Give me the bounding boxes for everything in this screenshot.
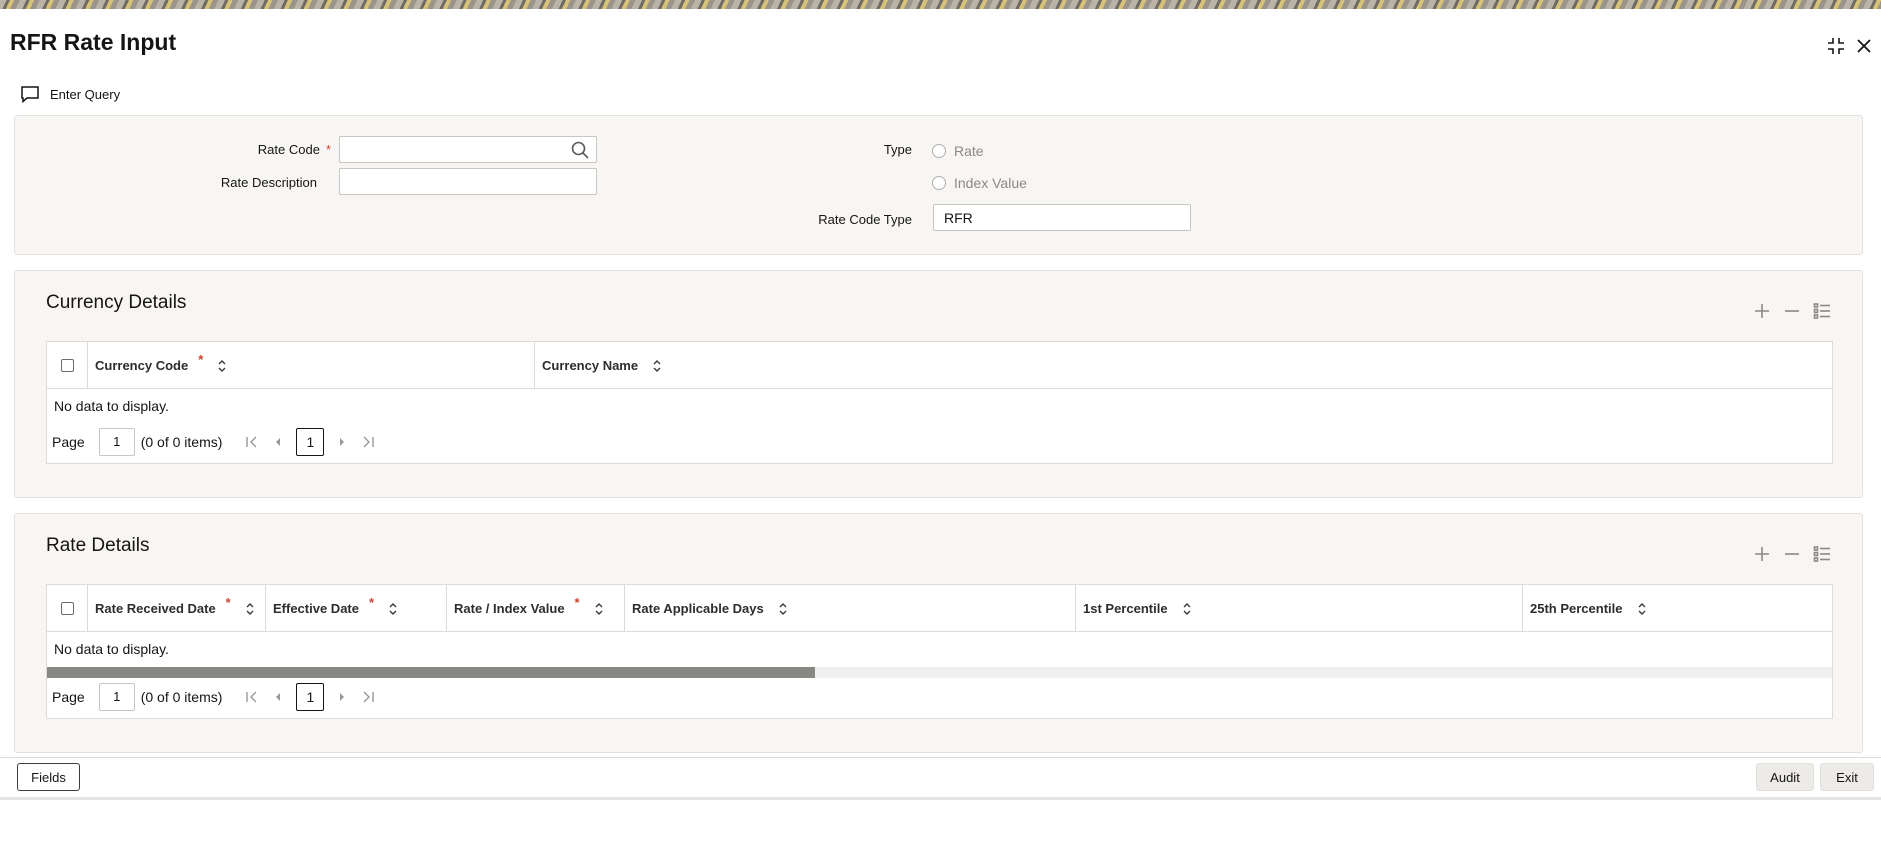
header-form-panel: Rate Code * Rate Description Type Rate In…: [14, 115, 1863, 255]
audit-button[interactable]: Audit: [1756, 763, 1814, 791]
empty-grid-message: No data to display.: [54, 641, 169, 657]
currency-details-panel: Currency Details Currency Code * Currency…: [14, 270, 1863, 498]
required-marker: *: [225, 595, 231, 610]
rfr-rate-input-window: RFR Rate Input Enter Query Rate Code * Ra…: [0, 9, 1881, 800]
select-all-column: [47, 585, 88, 632]
rate-details-toolbar: [1752, 544, 1832, 564]
top-decorative-band: [0, 0, 1881, 9]
rate-description-label: Rate Description: [220, 175, 317, 190]
type-radio-rate[interactable]: Rate: [932, 143, 984, 159]
single-view-icon[interactable]: [1812, 544, 1832, 564]
previous-page-icon[interactable]: [270, 689, 286, 705]
select-all-column: [47, 342, 88, 389]
rate-pager: Page 1 (0 of 0 items) 1: [52, 683, 376, 711]
column-rate-applicable-days[interactable]: Rate Applicable Days: [625, 585, 1076, 632]
add-row-icon[interactable]: [1752, 301, 1772, 321]
next-page-icon[interactable]: [334, 689, 350, 705]
rate-details-grid: Rate Received Date * Effective Date * Rate…: [46, 584, 1833, 719]
currency-pager: Page 1 (0 of 0 items) 1: [52, 428, 376, 456]
bottom-divider: [0, 797, 1881, 800]
type-radio-index-value[interactable]: Index Value: [932, 175, 1027, 191]
currency-details-grid: Currency Code * Currency Name No data to …: [46, 341, 1833, 464]
current-page[interactable]: 1: [296, 683, 325, 711]
rate-description-input[interactable]: [339, 168, 597, 195]
rate-code-label: Rate Code *: [257, 142, 331, 157]
currency-details-toolbar: [1752, 301, 1832, 321]
required-marker: *: [574, 595, 580, 610]
column-effective-date[interactable]: Effective Date *: [266, 585, 447, 632]
radio-circle[interactable]: [932, 144, 946, 158]
required-marker: *: [368, 595, 375, 610]
delete-row-icon[interactable]: [1782, 301, 1802, 321]
first-page-icon[interactable]: [244, 689, 260, 705]
select-all-checkbox[interactable]: [60, 359, 74, 372]
single-view-icon[interactable]: [1812, 301, 1832, 321]
pager-label: Page: [52, 434, 85, 450]
select-all-checkbox[interactable]: [60, 602, 74, 615]
required-marker: *: [325, 142, 331, 157]
speech-bubble-icon: [21, 86, 39, 103]
pager-navigation: 1: [244, 683, 376, 711]
horizontal-scrollbar[interactable]: [47, 667, 1832, 678]
sort-icon[interactable]: [245, 602, 255, 616]
add-row-icon[interactable]: [1752, 544, 1772, 564]
sort-icon[interactable]: [652, 359, 662, 373]
page-number-input[interactable]: 1: [98, 683, 135, 711]
page-number-input[interactable]: 1: [98, 428, 135, 456]
radio-circle[interactable]: [932, 176, 946, 190]
enter-query-button[interactable]: Enter Query: [20, 85, 120, 103]
rate-details-panel: Rate Details Rate Received Date * Effecti…: [14, 513, 1863, 753]
column-1st-percentile[interactable]: 1st Percentile: [1076, 585, 1523, 632]
type-label: Type: [883, 142, 912, 157]
footer-bar: Fields Audit Exit: [0, 757, 1881, 797]
column-rate-received-date[interactable]: Rate Received Date *: [88, 585, 266, 632]
required-marker: *: [198, 352, 204, 367]
pager-item-count: (0 of 0 items): [140, 434, 223, 450]
empty-grid-message: No data to display.: [54, 398, 169, 414]
rate-code-input[interactable]: [339, 136, 597, 163]
sort-icon[interactable]: [388, 602, 398, 616]
search-icon[interactable]: [570, 140, 590, 160]
type-radio-index-value-label: Index Value: [954, 175, 1027, 191]
fields-button[interactable]: Fields: [17, 763, 80, 791]
current-page[interactable]: 1: [296, 428, 325, 456]
rate-grid-header: Rate Received Date * Effective Date * Rate…: [47, 585, 1832, 632]
column-rate-index-value[interactable]: Rate / Index Value *: [447, 585, 625, 632]
close-icon[interactable]: [1853, 35, 1875, 57]
column-25th-percentile[interactable]: 25th Percentile: [1523, 585, 1832, 632]
page-title: RFR Rate Input: [10, 29, 177, 55]
sort-icon[interactable]: [594, 602, 604, 616]
next-page-icon[interactable]: [334, 434, 350, 450]
pager-navigation: 1: [244, 428, 376, 456]
rate-code-type-input[interactable]: RFR: [933, 204, 1191, 231]
sort-icon[interactable]: [1637, 602, 1647, 616]
sort-icon[interactable]: [217, 359, 227, 373]
sort-icon[interactable]: [1182, 602, 1192, 616]
maximize-icon[interactable]: [1825, 35, 1847, 57]
exit-button[interactable]: Exit: [1820, 763, 1874, 791]
sort-icon[interactable]: [778, 602, 788, 616]
first-page-icon[interactable]: [244, 434, 260, 450]
scrollbar-thumb[interactable]: [47, 667, 815, 678]
pager-item-count: (0 of 0 items): [140, 689, 223, 705]
last-page-icon[interactable]: [360, 689, 376, 705]
type-radio-rate-label: Rate: [954, 143, 984, 159]
last-page-icon[interactable]: [360, 434, 376, 450]
currency-details-title: Currency Details: [46, 292, 187, 313]
column-currency-name[interactable]: Currency Name: [535, 342, 1832, 389]
column-currency-code[interactable]: Currency Code *: [88, 342, 535, 389]
rate-code-type-label: Rate Code Type: [818, 212, 912, 227]
pager-label: Page: [52, 689, 85, 705]
enter-query-label: Enter Query: [50, 86, 121, 102]
previous-page-icon[interactable]: [270, 434, 286, 450]
rate-details-title: Rate Details: [46, 535, 150, 556]
delete-row-icon[interactable]: [1782, 544, 1802, 564]
currency-grid-header: Currency Code * Currency Name: [47, 342, 1832, 389]
